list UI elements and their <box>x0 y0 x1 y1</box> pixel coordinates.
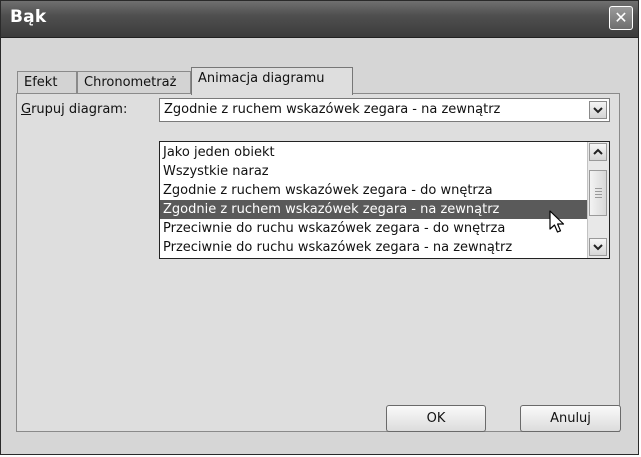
chevron-up-icon <box>593 148 603 155</box>
group-diagram-label: Grupuj diagram: <box>21 102 127 117</box>
close-button[interactable]: ✕ <box>609 6 633 30</box>
dialog-body: Efekt Chronometraż Animacja diagramu Gru… <box>1 38 638 454</box>
accelerator-key: G <box>21 102 32 117</box>
grip-line <box>595 194 602 195</box>
dropdown-list[interactable]: Jako jeden obiekt Wszystkie naraz Zgodni… <box>159 141 610 259</box>
cancel-button[interactable]: Anuluj <box>520 405 621 432</box>
group-diagram-combobox[interactable]: Zgodnie z ruchem wskazówek zegara - na z… <box>159 98 610 122</box>
scroll-up-button[interactable] <box>589 143 607 161</box>
grip-line <box>595 197 602 198</box>
vertical-scrollbar[interactable] <box>587 142 609 258</box>
chevron-down-icon <box>593 107 603 114</box>
grip-line <box>595 188 602 189</box>
list-item[interactable]: Zgodnie z ruchem wskazówek zegara - do w… <box>160 181 588 200</box>
chevron-down-icon <box>593 244 603 251</box>
list-item[interactable]: Przeciwnie do ruchu wskazówek zegara - n… <box>160 238 588 257</box>
dialog-window: Bąk ✕ Efekt Chronometraż Animacja diagra… <box>0 0 639 455</box>
mouse-cursor-icon <box>549 210 565 233</box>
grip-line <box>595 191 602 192</box>
list-item-selected[interactable]: Zgodnie z ruchem wskazówek zegara - na z… <box>160 200 588 219</box>
group-diagram-label-text: rupuj diagram: <box>31 102 128 117</box>
tab-chronometraz[interactable]: Chronometraż <box>77 71 191 93</box>
scroll-down-button[interactable] <box>589 238 607 256</box>
ok-button[interactable]: OK <box>386 405 486 432</box>
tab-efekt[interactable]: Efekt <box>17 71 77 93</box>
window-title: Bąk <box>10 7 47 27</box>
tab-animacja-diagramu[interactable]: Animacja diagramu <box>191 67 353 95</box>
close-icon: ✕ <box>614 8 628 27</box>
list-item[interactable]: Wszystkie naraz <box>160 162 588 181</box>
title-bar[interactable]: Bąk ✕ <box>1 1 638 38</box>
list-item[interactable]: Jako jeden obiekt <box>160 143 588 162</box>
combobox-value: Zgodnie z ruchem wskazówek zegara - na z… <box>164 102 501 117</box>
list-item[interactable]: Przeciwnie do ruchu wskazówek zegara - d… <box>160 219 588 238</box>
dropdown-button[interactable] <box>589 101 607 119</box>
scroll-thumb[interactable] <box>589 170 607 216</box>
